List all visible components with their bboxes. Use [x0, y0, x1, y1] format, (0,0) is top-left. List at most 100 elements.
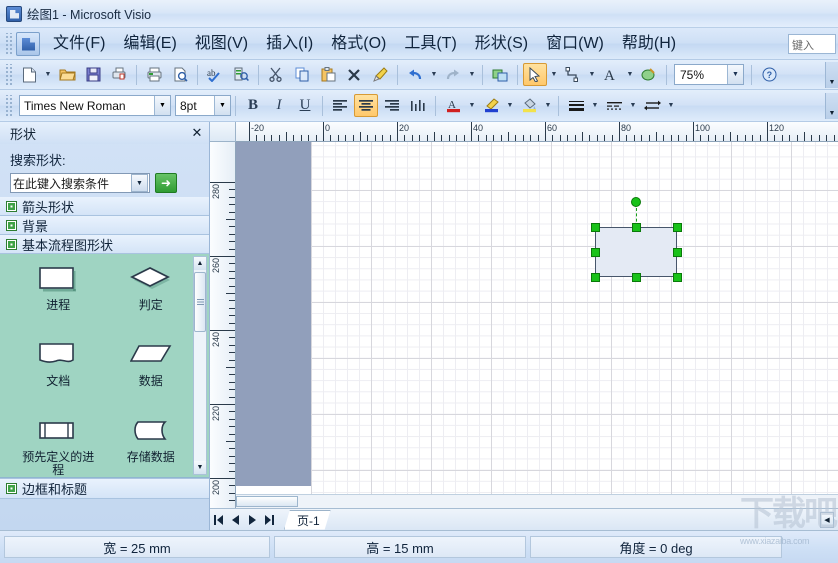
horizontal-scrollbar-thumb[interactable]	[236, 496, 298, 507]
handle-top-left[interactable]	[591, 223, 600, 232]
underline-button[interactable]: U	[293, 94, 317, 117]
horizontal-ruler[interactable]: -20020406080100120140160	[236, 122, 838, 142]
font-color-icon[interactable]: A	[441, 94, 465, 117]
line-color-icon[interactable]	[479, 94, 503, 117]
menu-window[interactable]: 窗口(W)	[537, 31, 613, 57]
menu-shape[interactable]: 形状(S)	[466, 31, 537, 57]
stencil-basic-flowchart-shapes[interactable]: 基本流程图形状	[0, 235, 209, 254]
format-painter-icon[interactable]	[368, 63, 392, 86]
shape-item-stored-data[interactable]: 存储数据	[105, 414, 198, 478]
horizontal-scrollbar[interactable]	[236, 494, 838, 508]
page-tab-1[interactable]: 页-1	[284, 510, 331, 530]
standard-toolbar-overflow-icon[interactable]: ▼	[825, 62, 838, 88]
shape-item-predefined-process[interactable]: 预先定义的进程	[12, 414, 105, 478]
formatting-toolbar-grip[interactable]	[4, 95, 13, 117]
bold-button[interactable]: B	[241, 94, 265, 117]
drawing-canvas[interactable]	[236, 142, 838, 530]
connector-tool-dropdown-icon[interactable]: ▼	[586, 63, 598, 86]
copy-icon[interactable]	[290, 63, 314, 86]
pointer-tool-icon[interactable]	[523, 63, 547, 86]
handle-bottom-right[interactable]	[673, 273, 682, 282]
close-icon[interactable]: ✕	[189, 125, 205, 141]
ruler-corner[interactable]	[210, 122, 236, 142]
menu-edit[interactable]: 编辑(E)	[114, 31, 185, 57]
align-left-icon[interactable]	[328, 94, 352, 117]
menu-tools[interactable]: 工具(T)	[395, 31, 465, 57]
handle-middle-left[interactable]	[591, 248, 600, 257]
handle-middle-right[interactable]	[673, 248, 682, 257]
paste-icon[interactable]	[316, 63, 340, 86]
research-icon[interactable]	[229, 63, 253, 86]
zoom-dropdown-icon[interactable]: ▼	[727, 65, 743, 84]
handle-top-right[interactable]	[673, 223, 682, 232]
search-shapes-input[interactable]: 在此键入搜索条件 ▼	[10, 173, 150, 193]
scroll-right-icon[interactable]: ◀	[820, 512, 834, 528]
vertical-ruler[interactable]: 280260240220200	[210, 142, 236, 530]
shape-item-document[interactable]: 文档	[12, 338, 105, 414]
process-rectangle[interactable]	[595, 227, 677, 277]
font-name-dropdown-icon[interactable]: ▼	[154, 96, 170, 115]
pointer-tool-dropdown-icon[interactable]: ▼	[548, 63, 560, 86]
stencil-scrollbar[interactable]: ▲ ▼	[193, 256, 207, 475]
line-ends-dropdown-icon[interactable]: ▼	[665, 94, 677, 117]
spellcheck-icon[interactable]: ab	[203, 63, 227, 86]
handle-bottom-center[interactable]	[632, 273, 641, 282]
help-icon[interactable]: ?	[757, 63, 781, 86]
menu-file[interactable]: 文件(F)	[44, 31, 114, 57]
menu-help[interactable]: 帮助(H)	[613, 31, 685, 57]
redo-dropdown-icon[interactable]: ▼	[466, 63, 478, 86]
delete-x-icon[interactable]	[342, 63, 366, 86]
menu-insert[interactable]: 插入(I)	[257, 31, 322, 57]
font-size-dropdown-icon[interactable]: ▼	[214, 96, 230, 115]
previous-page-icon[interactable]	[227, 511, 244, 529]
text-tool-icon[interactable]: A	[599, 63, 623, 86]
rotation-handle[interactable]	[631, 197, 641, 207]
print-icon[interactable]	[142, 63, 166, 86]
next-page-icon[interactable]	[244, 511, 261, 529]
menu-grip[interactable]	[4, 33, 13, 55]
italic-button[interactable]: I	[267, 94, 291, 117]
new-document-dropdown-icon[interactable]: ▼	[42, 63, 54, 86]
open-folder-icon[interactable]	[55, 63, 79, 86]
line-weight-icon[interactable]	[564, 94, 588, 117]
menu-format[interactable]: 格式(O)	[322, 31, 395, 57]
line-ends-icon[interactable]	[640, 94, 664, 117]
print-preview-icon[interactable]	[168, 63, 192, 86]
zoom-combo[interactable]: 75% ▼	[674, 64, 744, 85]
scrollbar-track[interactable]	[194, 270, 206, 461]
redo-icon[interactable]	[441, 63, 465, 86]
search-history-dropdown-icon[interactable]: ▼	[131, 174, 148, 192]
connector-tool-icon[interactable]	[561, 63, 585, 86]
stencil-arrow-shapes[interactable]: 箭头形状	[0, 197, 209, 216]
fill-color-dropdown-icon[interactable]: ▼	[542, 94, 554, 117]
text-tool-dropdown-icon[interactable]: ▼	[624, 63, 636, 86]
save-icon[interactable]	[81, 63, 105, 86]
line-pattern-dropdown-icon[interactable]: ▼	[627, 94, 639, 117]
font-size-combo[interactable]: 8pt ▼	[175, 95, 231, 116]
fill-color-dropper-icon[interactable]	[517, 94, 541, 117]
lock-print-icon[interactable]	[107, 63, 131, 86]
standard-toolbar-grip[interactable]	[4, 64, 13, 86]
new-document-icon[interactable]	[17, 63, 41, 86]
shape-item-decision[interactable]: 判定	[105, 262, 198, 338]
font-color-dropdown-icon[interactable]: ▼	[466, 94, 478, 117]
arrow-right-icon[interactable]: ➜	[155, 173, 177, 193]
handle-bottom-left[interactable]	[591, 273, 600, 282]
first-page-icon[interactable]	[210, 511, 227, 529]
shape-item-data[interactable]: 数据	[105, 338, 198, 414]
stencil-borders-and-titles[interactable]: 边框和标题	[0, 478, 209, 499]
line-color-dropdown-icon[interactable]: ▼	[504, 94, 516, 117]
handle-top-center[interactable]	[632, 223, 641, 232]
group-icon[interactable]	[488, 63, 512, 86]
scroll-down-icon[interactable]: ▼	[194, 461, 206, 474]
document-icon[interactable]	[16, 32, 40, 56]
scrollbar-thumb[interactable]	[194, 272, 206, 332]
align-right-icon[interactable]	[380, 94, 404, 117]
cut-scissors-icon[interactable]	[264, 63, 288, 86]
undo-icon[interactable]	[403, 63, 427, 86]
formatting-toolbar-overflow-icon[interactable]: ▼	[825, 93, 838, 119]
line-pattern-icon[interactable]	[602, 94, 626, 117]
font-name-combo[interactable]: Times New Roman ▼	[19, 95, 171, 116]
undo-dropdown-icon[interactable]: ▼	[428, 63, 440, 86]
ask-a-question-input[interactable]: 键入	[788, 34, 836, 54]
